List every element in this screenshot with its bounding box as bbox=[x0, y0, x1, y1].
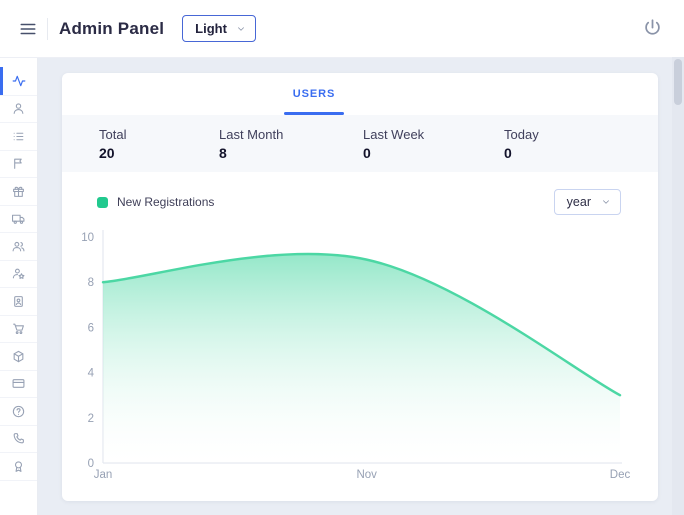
users-card: USERS Total20Last Month8Last Week0Today0… bbox=[62, 73, 658, 501]
stats-row: Total20Last Month8Last Week0Today0 bbox=[62, 115, 658, 172]
logout-button[interactable] bbox=[642, 16, 668, 42]
sidebar bbox=[0, 57, 38, 515]
sidebar-item-award[interactable] bbox=[0, 453, 37, 481]
sidebar-item-user-star[interactable] bbox=[0, 261, 37, 289]
app-header: Admin Panel Light bbox=[0, 0, 684, 58]
hamburger-menu-icon[interactable] bbox=[18, 19, 38, 39]
page-title: Admin Panel bbox=[59, 19, 164, 39]
flag-icon bbox=[12, 157, 25, 170]
svg-text:10: 10 bbox=[81, 232, 94, 244]
legend-swatch bbox=[97, 197, 108, 208]
svg-text:6: 6 bbox=[88, 322, 94, 334]
credit-card-icon bbox=[12, 377, 25, 390]
stat-last-week: Last Week 0 bbox=[363, 127, 504, 161]
stat-today-value: 0 bbox=[504, 145, 658, 161]
power-icon bbox=[642, 18, 668, 39]
stat-last-month: Last Month 8 bbox=[219, 127, 363, 161]
stat-last-month-label: Last Month bbox=[219, 127, 363, 142]
tab-users[interactable]: USERS bbox=[291, 73, 337, 115]
user-badge-icon bbox=[12, 295, 25, 308]
svg-text:Jan: Jan bbox=[94, 469, 113, 481]
sidebar-item-flag[interactable] bbox=[0, 151, 37, 179]
theme-selector[interactable]: Light bbox=[182, 15, 256, 42]
sidebar-item-user[interactable] bbox=[0, 96, 37, 124]
registrations-area-chart: 0246810JanNovDec bbox=[62, 226, 658, 482]
award-icon bbox=[12, 460, 25, 473]
svg-text:4: 4 bbox=[88, 368, 95, 380]
svg-text:8: 8 bbox=[88, 277, 94, 289]
sidebar-item-cart[interactable] bbox=[0, 316, 37, 344]
scrollbar-thumb[interactable] bbox=[674, 59, 682, 105]
svg-text:2: 2 bbox=[88, 413, 94, 425]
sidebar-item-user-badge[interactable] bbox=[0, 288, 37, 316]
legend-label: New Registrations bbox=[117, 195, 214, 209]
sidebar-item-credit-card[interactable] bbox=[0, 371, 37, 399]
cart-icon bbox=[12, 322, 25, 335]
svg-text:Nov: Nov bbox=[356, 469, 377, 481]
chart-legend: New Registrations bbox=[97, 195, 214, 209]
sidebar-item-help[interactable] bbox=[0, 398, 37, 426]
stat-total-value: 20 bbox=[99, 145, 219, 161]
header-divider bbox=[47, 18, 48, 40]
range-selector-value: year bbox=[567, 195, 591, 209]
sidebar-item-activity[interactable] bbox=[0, 68, 37, 96]
users-icon bbox=[12, 240, 25, 253]
stat-today: Today 0 bbox=[504, 127, 658, 161]
chart-header: New Registrations year bbox=[62, 188, 658, 216]
sidebar-item-package[interactable] bbox=[0, 343, 37, 371]
sidebar-item-truck[interactable] bbox=[0, 206, 37, 234]
tab-bar: USERS bbox=[62, 73, 658, 115]
stat-last-week-label: Last Week bbox=[363, 127, 504, 142]
help-icon bbox=[12, 405, 25, 418]
package-icon bbox=[12, 350, 25, 363]
sidebar-item-list[interactable] bbox=[0, 123, 37, 151]
sidebar-item-phone[interactable] bbox=[0, 426, 37, 454]
hamburger-menu-icon bbox=[19, 20, 37, 38]
chevron-down-icon bbox=[601, 197, 611, 207]
range-selector[interactable]: year bbox=[554, 189, 621, 215]
truck-icon bbox=[12, 212, 25, 225]
gift-icon bbox=[12, 185, 25, 198]
user-star-icon bbox=[12, 267, 25, 280]
scrollbar[interactable] bbox=[672, 57, 684, 515]
svg-text:Dec: Dec bbox=[610, 469, 631, 481]
stat-last-month-value: 8 bbox=[219, 145, 363, 161]
theme-selector-value: Light bbox=[195, 21, 227, 36]
sidebar-item-gift[interactable] bbox=[0, 178, 37, 206]
sidebar-item-users-group[interactable] bbox=[0, 233, 37, 261]
stat-today-label: Today bbox=[504, 127, 658, 142]
user-icon bbox=[12, 102, 25, 115]
stat-total-label: Total bbox=[99, 127, 219, 142]
tab-users-label: USERS bbox=[293, 88, 335, 100]
list-icon bbox=[12, 130, 25, 143]
phone-icon bbox=[12, 432, 25, 445]
chevron-down-icon bbox=[236, 24, 246, 34]
stat-total: Total 20 bbox=[99, 127, 219, 161]
activity-icon bbox=[12, 74, 26, 88]
stat-last-week-value: 0 bbox=[363, 145, 504, 161]
